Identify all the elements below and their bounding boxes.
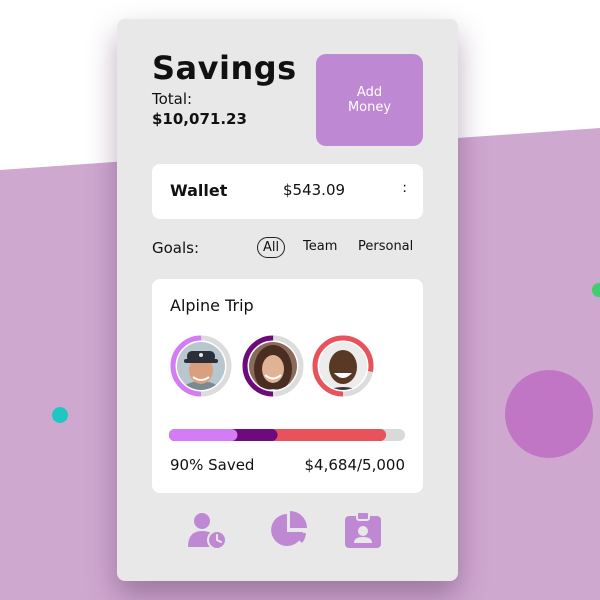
progress-segment-1 [169, 429, 238, 441]
wallet-panel[interactable]: Wallet $543.09 : [152, 164, 423, 219]
tab-all[interactable]: All [257, 237, 286, 258]
goal-members [168, 333, 388, 399]
bottom-nav [187, 510, 397, 550]
avatar-man-cap[interactable] [168, 333, 234, 399]
tab-team[interactable]: Team [298, 237, 342, 256]
total-value: $10,071.23 [152, 110, 247, 128]
saved-amount: $4,684/5,000 [304, 456, 405, 474]
tab-personal[interactable]: Personal [353, 237, 418, 256]
saved-percent: 90% Saved [170, 456, 255, 474]
user-clock-icon[interactable] [187, 510, 227, 550]
decor-dot-green [592, 283, 600, 297]
total-label: Total: [152, 90, 193, 108]
goals-label: Goals: [152, 239, 200, 257]
goal-name: Alpine Trip [170, 296, 254, 315]
avatar-man-smiling[interactable] [310, 333, 376, 399]
wallet-amount: $543.09 [283, 181, 346, 199]
wallet-label: Wallet [170, 181, 228, 200]
savings-card: Savings Total: $10,071.23 Add Money Wall… [117, 19, 458, 581]
goal-card[interactable]: Alpine Trip 90% Saved $4,684/5,000 [152, 279, 423, 493]
page-title: Savings [152, 49, 297, 87]
avatar-woman[interactable] [240, 333, 306, 399]
wallet-menu-button[interactable]: : [402, 180, 407, 196]
add-money-button[interactable]: Add Money [316, 54, 423, 146]
goal-progress-bar [169, 429, 405, 441]
decor-circle-purple [505, 370, 593, 458]
decor-dot-teal [52, 407, 68, 423]
pie-chart-icon[interactable] [269, 510, 309, 550]
id-badge-icon[interactable] [343, 510, 383, 550]
